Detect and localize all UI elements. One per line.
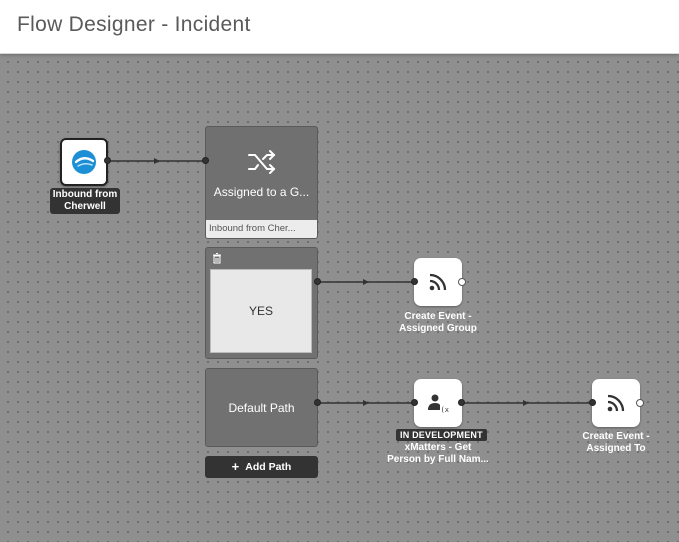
rss-icon (429, 273, 447, 291)
svg-text:(x): (x) (441, 406, 450, 414)
branch-default-card[interactable]: Default Path (205, 368, 318, 447)
trash-icon[interactable] (212, 253, 222, 264)
step-create-to-output-port[interactable] (636, 399, 644, 407)
decision-card[interactable]: Assigned to a G... Inbound from Cher... (205, 126, 318, 239)
decision-subtitle: Inbound from Cher... (206, 220, 317, 238)
branch-yes-output-port[interactable] (314, 278, 321, 285)
step-get-person-output-port[interactable] (458, 399, 465, 406)
add-path-button[interactable]: + Add Path (205, 456, 318, 478)
decision-input-port[interactable] (202, 157, 209, 164)
decision-title: Assigned to a G... (213, 185, 310, 199)
step-get-person-line2: Person by Full Nam... (387, 454, 489, 465)
add-path-label: Add Path (245, 461, 292, 473)
step-create-to-input-port[interactable] (589, 399, 596, 406)
cherwell-logo-icon (72, 150, 96, 174)
step-create-group-output-port[interactable] (458, 278, 466, 286)
flow-designer-app: Flow Designer - Incident Inbound from Ch… (0, 0, 679, 542)
shuffle-icon (248, 150, 276, 174)
branch-default-label: Default Path (228, 401, 295, 415)
trigger-label: Inbound from Cherwell (50, 188, 120, 214)
branch-yes-inner[interactable]: YES (210, 269, 312, 353)
page-title: Flow Designer - Incident (17, 13, 251, 36)
step-get-person-input-port[interactable] (411, 399, 418, 406)
step-get-person-line1: xMatters - Get (404, 442, 472, 453)
person-script-icon: (x) (428, 394, 450, 414)
app-header: Flow Designer - Incident (0, 0, 679, 54)
plus-icon: + (231, 459, 240, 474)
branch-yes-label: YES (248, 304, 273, 318)
in-development-badge: IN DEVELOPMENT (396, 429, 487, 441)
flow-canvas[interactable] (0, 54, 679, 542)
step-create-group-line2: Assigned Group (399, 323, 477, 334)
step-create-to-line2: Assigned To (586, 443, 646, 454)
step-create-to-line1: Create Event - (582, 431, 650, 442)
trigger-node[interactable]: Inbound from Cherwell (50, 138, 120, 214)
step-create-group-input-port[interactable] (411, 278, 418, 285)
trigger-label-line2: Cherwell (64, 201, 106, 212)
branch-yes-card[interactable]: YES (205, 247, 318, 359)
step-create-event-assigned-to[interactable] (592, 379, 640, 427)
branch-default-output-port[interactable] (314, 399, 321, 406)
step-create-group-label: Create Event - Assigned Group (390, 311, 486, 335)
step-get-person-label: xMatters - Get Person by Full Nam... (382, 442, 494, 466)
trigger-output-port[interactable] (104, 157, 111, 164)
step-create-event-assigned-group[interactable] (414, 258, 462, 306)
step-create-group-line1: Create Event - (404, 311, 472, 322)
trigger-tile[interactable] (60, 138, 108, 186)
rss-icon (607, 394, 625, 412)
step-get-person[interactable]: (x) (414, 379, 462, 427)
trigger-label-line1: Inbound from (52, 189, 118, 200)
step-create-to-label: Create Event - Assigned To (570, 431, 662, 455)
